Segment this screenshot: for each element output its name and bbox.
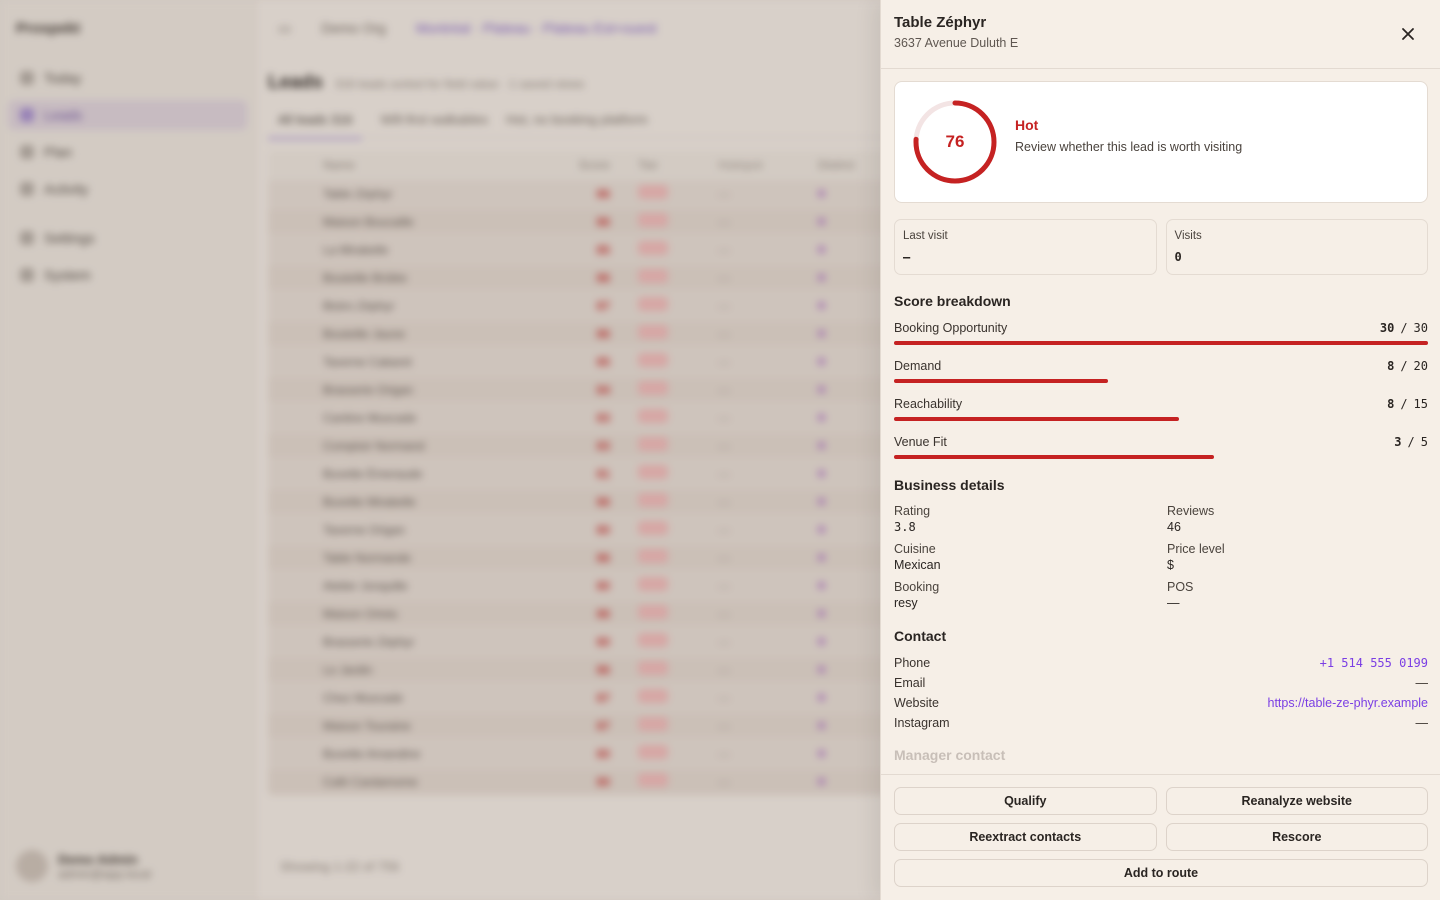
business-details: Rating 3.8 Reviews 46 Cuisine Mexican Price…	[894, 504, 1428, 610]
breakdown-bar-fill	[894, 379, 1108, 383]
contact-phone: Phone +1 514 555 0199	[894, 653, 1428, 673]
reextract-contacts-button[interactable]: Reextract contacts	[894, 823, 1157, 851]
detail-value: Mexican	[894, 558, 941, 572]
detail-value: 46	[1167, 520, 1181, 534]
tier-description: Review whether this lead is worth visiti…	[1015, 139, 1243, 154]
stat-value: —	[903, 250, 911, 264]
breakdown-bar-fill	[894, 417, 1179, 421]
contact-website: Website https://table-ze-phyr.example	[894, 693, 1428, 713]
breakdown-bar	[894, 455, 1428, 459]
contact-list: Phone +1 514 555 0199 Email — Website https…	[894, 653, 1428, 733]
score-breakdown-title: Score breakdown	[894, 293, 1011, 309]
contact-label: Website	[894, 696, 939, 710]
breakdown-label: Venue Fit	[894, 435, 947, 449]
breakdown-score: 8	[1387, 397, 1395, 411]
detail-booking: Booking resy	[894, 580, 1167, 610]
lead-detail-panel: Table Zéphyr 3637 Avenue Duluth E 76 Hot…	[880, 0, 1440, 900]
breakdown-label: Demand	[894, 359, 942, 373]
detail-label: Booking	[894, 580, 940, 594]
panel-header: Table Zéphyr 3637 Avenue Duluth E	[881, 0, 1440, 69]
add-to-route-button[interactable]: Add to route	[894, 859, 1428, 887]
last-visit-stat: Last visit —	[894, 219, 1157, 275]
manager-contact-title: Manager contact	[894, 747, 1006, 763]
phone-link[interactable]: +1 514 555 0199	[1320, 656, 1428, 670]
breakdown-bar-fill	[894, 455, 1215, 459]
score-card: 76 Hot Review whether this lead is worth…	[894, 81, 1428, 203]
contact-label: Instagram	[894, 716, 950, 730]
website-link[interactable]: https://table-ze-phyr.example	[1268, 696, 1429, 710]
reanalyze-website-button[interactable]: Reanalyze website	[1165, 787, 1428, 815]
breakdown-bar-fill	[894, 341, 1428, 345]
breakdown-label: Reachability	[894, 397, 963, 411]
detail-label: POS	[1167, 580, 1194, 594]
contact-label: Email	[894, 676, 926, 690]
score-ring: 76	[911, 98, 999, 186]
breakdown-item: Reachability 8/15	[894, 397, 1428, 421]
qualify-button[interactable]: Qualify	[894, 787, 1157, 815]
breakdown-item: Venue Fit 3/5	[894, 435, 1428, 459]
detail-pos: POS —	[1167, 580, 1428, 610]
visits-stat: Visits 0	[1165, 219, 1428, 275]
close-button[interactable]	[1396, 22, 1420, 46]
email-value: —	[1415, 676, 1429, 690]
lead-name: Table Zéphyr	[894, 14, 987, 31]
detail-value: resy	[894, 596, 918, 610]
detail-label: Reviews	[1167, 504, 1215, 518]
detail-reviews: Reviews 46	[1167, 504, 1428, 534]
breakdown-value: 8/20	[1387, 359, 1428, 373]
breakdown-item: Booking Opportunity 30/30	[894, 321, 1428, 345]
contact-label: Phone	[894, 656, 931, 670]
stat-value: 0	[1174, 250, 1182, 264]
breakdown-max: 20	[1413, 359, 1428, 373]
contact-email: Email —	[894, 673, 1428, 693]
breakdown-label: Booking Opportunity	[894, 321, 1008, 335]
breakdown-score: 8	[1387, 359, 1395, 373]
stat-label: Visits	[1174, 230, 1202, 242]
close-icon	[1402, 28, 1414, 40]
tier-label: Hot	[1015, 116, 1039, 133]
breakdown-max: 30	[1413, 321, 1428, 335]
breakdown-value: 3/5	[1394, 435, 1428, 449]
panel-body[interactable]: 76 Hot Review whether this lead is worth…	[881, 69, 1440, 774]
contact-instagram: Instagram —	[894, 713, 1428, 733]
score-value: 76	[945, 132, 965, 151]
breakdown-max: 15	[1413, 397, 1428, 411]
breakdown-bar	[894, 379, 1428, 383]
breakdown-item: Demand 8/20	[894, 359, 1428, 383]
detail-value: —	[1167, 596, 1180, 610]
detail-value: 3.8	[894, 520, 916, 534]
detail-rating: Rating 3.8	[894, 504, 1167, 534]
contact-title: Contact	[894, 628, 947, 644]
detail-label: Cuisine	[894, 542, 936, 556]
detail-label: Price level	[1167, 542, 1225, 556]
breakdown-value: 8/15	[1387, 397, 1428, 411]
rescore-button[interactable]: Rescore	[1165, 823, 1428, 851]
score-breakdown: Booking Opportunity 30/30 Demand 8/20 Reacha…	[894, 321, 1428, 459]
breakdown-bar	[894, 417, 1428, 421]
visit-stats: Last visit — Visits 0	[894, 219, 1428, 275]
business-details-title: Business details	[894, 477, 1005, 493]
panel-actions: Qualify Reanalyze website Reextract cont…	[881, 774, 1440, 900]
detail-value: $	[1167, 558, 1174, 572]
detail-label: Rating	[894, 504, 931, 518]
lead-address: 3637 Avenue Duluth E	[894, 36, 1019, 50]
breakdown-max: 5	[1420, 435, 1428, 449]
breakdown-value: 30/30	[1379, 321, 1428, 335]
detail-price-level: Price level $	[1167, 542, 1428, 572]
breakdown-score: 30	[1379, 321, 1395, 335]
stat-label: Last visit	[903, 230, 948, 242]
breakdown-score: 3	[1394, 435, 1402, 449]
instagram-value: —	[1415, 716, 1429, 730]
breakdown-bar	[894, 341, 1428, 345]
detail-cuisine: Cuisine Mexican	[894, 542, 1167, 572]
